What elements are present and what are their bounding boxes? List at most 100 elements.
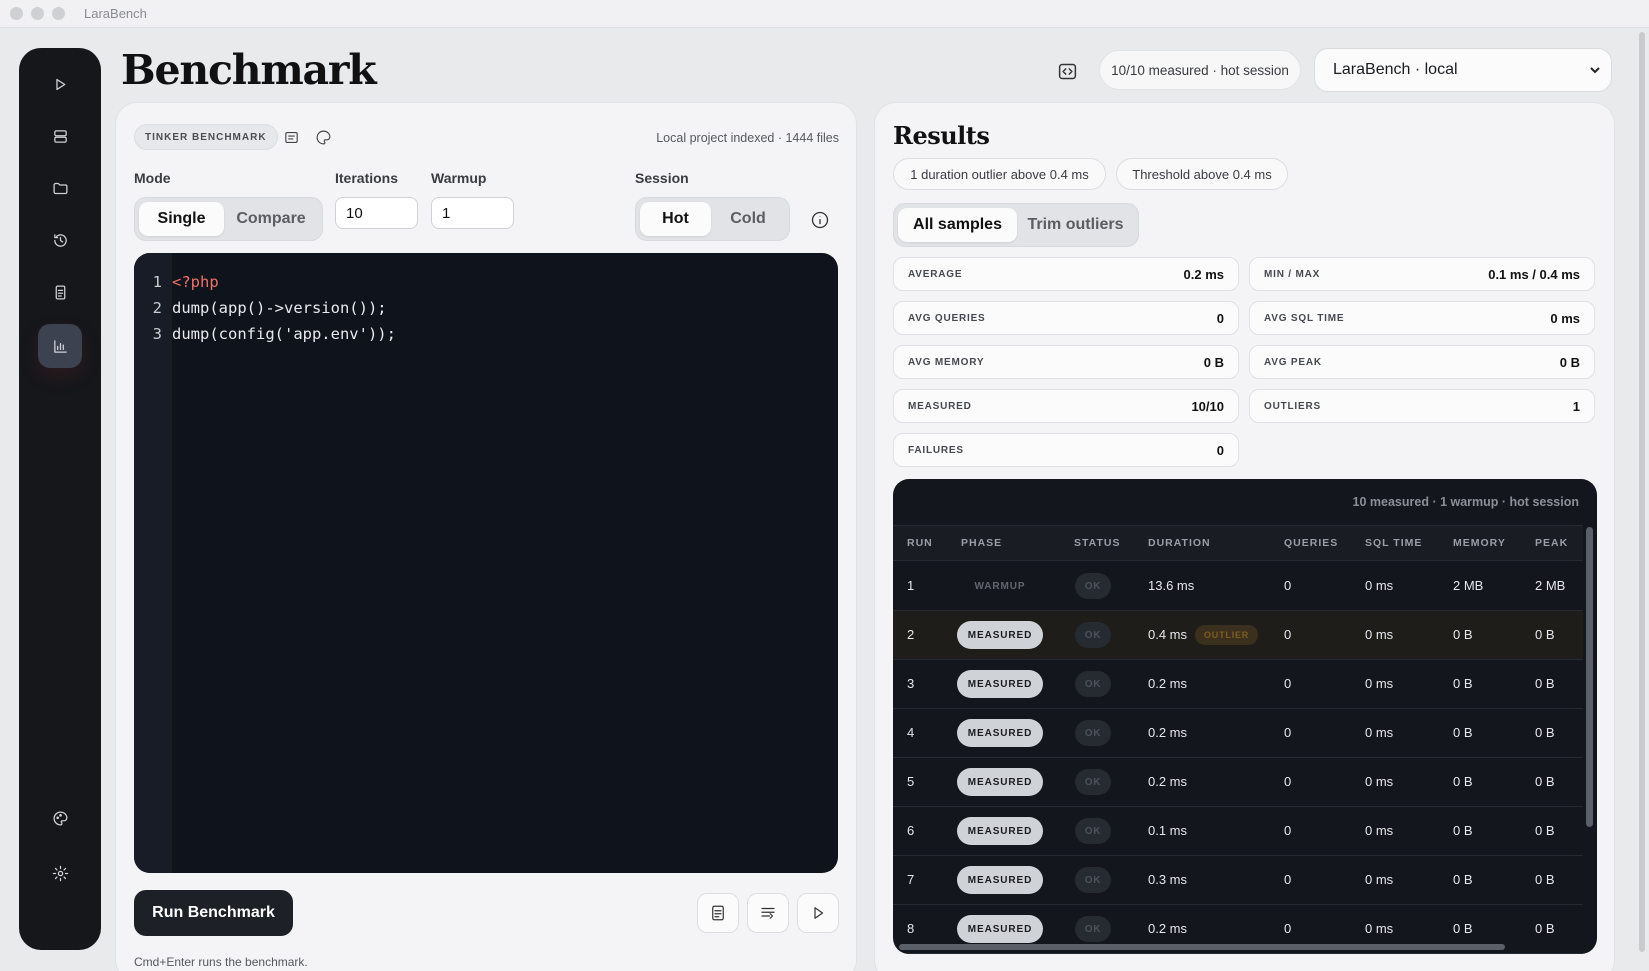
- col-phase[interactable]: PHASE: [961, 537, 1002, 549]
- sidebar-item-settings[interactable]: [38, 851, 82, 895]
- sidebar-item-run[interactable]: [38, 62, 82, 106]
- index-status: Local project indexed · 1444 files: [656, 131, 839, 145]
- stat-value: 10/10: [1191, 398, 1224, 414]
- code-view-button[interactable]: [1052, 56, 1082, 86]
- sidebar-item-logs[interactable]: [38, 270, 82, 314]
- cell-run: 7: [907, 872, 915, 887]
- results-title: Results: [893, 121, 990, 150]
- window-controls: [10, 7, 65, 20]
- window-title: LaraBench: [84, 6, 147, 21]
- sidebar-item-history[interactable]: [38, 218, 82, 262]
- zoom-window-button[interactable]: [52, 7, 65, 20]
- table-row[interactable]: 2 MEASURED OK 0.4 ms OUTLIER 0 0 ms 0 B 0 B: [893, 611, 1583, 660]
- session-hot[interactable]: Hot: [640, 202, 712, 236]
- phase-badge: MEASURED: [957, 621, 1043, 649]
- stat-value: 0 B: [1203, 354, 1224, 370]
- cell-memory: 0 B: [1453, 921, 1473, 936]
- minimize-window-button[interactable]: [31, 7, 44, 20]
- session-cold[interactable]: Cold: [711, 202, 785, 236]
- status-badge: OK: [1075, 769, 1111, 795]
- cell-run: 4: [907, 725, 915, 740]
- stat-label: FAILURES: [908, 444, 964, 456]
- snippets-button[interactable]: [279, 125, 303, 149]
- code-text: dump(config('app.env'));: [172, 325, 396, 343]
- table-row[interactable]: 5 MEASURED OK 0.2 ms 0 0 ms 0 B 0 B: [893, 758, 1583, 807]
- cell-duration: 0.2 ms: [1148, 725, 1188, 740]
- cell-duration: 0.1 ms: [1148, 823, 1188, 838]
- history-icon: [53, 233, 67, 247]
- iterations-input[interactable]: [335, 197, 418, 229]
- cell-sql-time: 0 ms: [1365, 872, 1394, 887]
- table-row[interactable]: 1 WARMUP OK 13.6 ms 0 0 ms 2 MB 2 MB: [893, 562, 1583, 611]
- cell-queries: 0: [1284, 627, 1292, 642]
- sidebar-item-theme[interactable]: [38, 796, 82, 840]
- status-badge: OK: [1075, 622, 1111, 648]
- run-benchmark-button[interactable]: Run Benchmark: [134, 890, 293, 936]
- cell-run: 3: [907, 676, 915, 691]
- page-title: Benchmark: [121, 46, 377, 94]
- play-icon: [55, 78, 65, 90]
- sidebar-item-files[interactable]: [38, 166, 82, 210]
- status-badge: OK: [1075, 671, 1111, 697]
- cell-memory: 0 B: [1453, 627, 1473, 642]
- phase-badge: WARMUP: [974, 580, 1026, 592]
- warmup-input[interactable]: [431, 197, 514, 229]
- col-run[interactable]: RUN: [907, 537, 933, 549]
- run-once-button[interactable]: [797, 893, 839, 933]
- table-row[interactable]: 6 MEASURED OK 0.1 ms 0 0 ms 0 B 0 B: [893, 807, 1583, 856]
- cell-peak: 0 B: [1535, 823, 1555, 838]
- format-code-button[interactable]: [747, 893, 789, 933]
- col-duration[interactable]: DURATION: [1148, 537, 1211, 549]
- cell-run: 5: [907, 774, 915, 789]
- status-badge: OK: [1075, 916, 1111, 942]
- sidebar-item-benchmark[interactable]: [38, 324, 82, 368]
- cell-duration: 13.6 ms: [1148, 578, 1195, 593]
- filter-all-samples[interactable]: All samples: [898, 208, 1017, 242]
- palette-icon: [52, 810, 68, 826]
- horizontal-scrollbar[interactable]: [899, 944, 1505, 950]
- info-icon: [811, 211, 829, 229]
- mode-compare[interactable]: Compare: [224, 202, 318, 236]
- cell-queries: 0: [1284, 921, 1292, 936]
- stat-avg-sql-time: AVG SQL TIME 0 ms: [1249, 301, 1595, 335]
- project-select[interactable]: LaraBench · local: [1314, 48, 1612, 92]
- stat-avg-peak: AVG PEAK 0 B: [1249, 345, 1595, 379]
- phase-badge: MEASURED: [957, 915, 1043, 943]
- session-info-button[interactable]: [810, 210, 832, 232]
- line-number: 1: [152, 273, 162, 291]
- sample-filter-toggle: All samples Trim outliers: [893, 203, 1139, 247]
- code-text: dump(app()->version());: [172, 299, 387, 317]
- col-status[interactable]: STATUS: [1074, 537, 1120, 549]
- window-scrollbar[interactable]: [1639, 32, 1645, 952]
- sidebar: [19, 48, 101, 950]
- code-editor[interactable]: 1 <?php 2 dump(app()->version()); 3 dump…: [134, 253, 838, 873]
- table-row[interactable]: 4 MEASURED OK 0.2 ms 0 0 ms 0 B 0 B: [893, 709, 1583, 758]
- cell-peak: 0 B: [1535, 872, 1555, 887]
- line-number: 3: [152, 325, 162, 343]
- notes-icon: [712, 905, 724, 921]
- col-queries[interactable]: QUERIES: [1284, 537, 1338, 549]
- col-sql-time[interactable]: SQL TIME: [1365, 537, 1422, 549]
- vertical-scrollbar[interactable]: [1586, 527, 1593, 827]
- theme-button[interactable]: [311, 125, 335, 149]
- col-peak[interactable]: PEAK: [1535, 537, 1568, 549]
- sidebar-item-database[interactable]: [38, 114, 82, 158]
- palette-icon: [316, 130, 330, 144]
- table-header: RUN PHASE STATUS DURATION QUERIES SQL TI…: [893, 525, 1583, 561]
- stat-label: MEASURED: [908, 400, 972, 412]
- mode-single[interactable]: Single: [139, 202, 225, 236]
- cell-sql-time: 0 ms: [1365, 627, 1394, 642]
- col-memory[interactable]: MEMORY: [1453, 537, 1506, 549]
- filter-trim-outliers[interactable]: Trim outliers: [1017, 208, 1134, 242]
- cell-run: 2: [907, 627, 915, 642]
- mode-label: Mode: [134, 170, 171, 186]
- tinker-benchmark-badge: TINKER BENCHMARK: [134, 124, 278, 150]
- table-row[interactable]: 3 MEASURED OK 0.2 ms 0 0 ms 0 B 0 B: [893, 660, 1583, 709]
- cell-sql-time: 0 ms: [1365, 823, 1394, 838]
- snippet-notes-button[interactable]: [697, 893, 739, 933]
- table-row[interactable]: 7 MEASURED OK 0.3 ms 0 0 ms 0 B 0 B: [893, 856, 1583, 905]
- stat-failures: FAILURES 0: [893, 433, 1239, 467]
- stat-label: AVG SQL TIME: [1264, 312, 1345, 324]
- session-toggle: Hot Cold: [635, 197, 790, 241]
- close-window-button[interactable]: [10, 7, 23, 20]
